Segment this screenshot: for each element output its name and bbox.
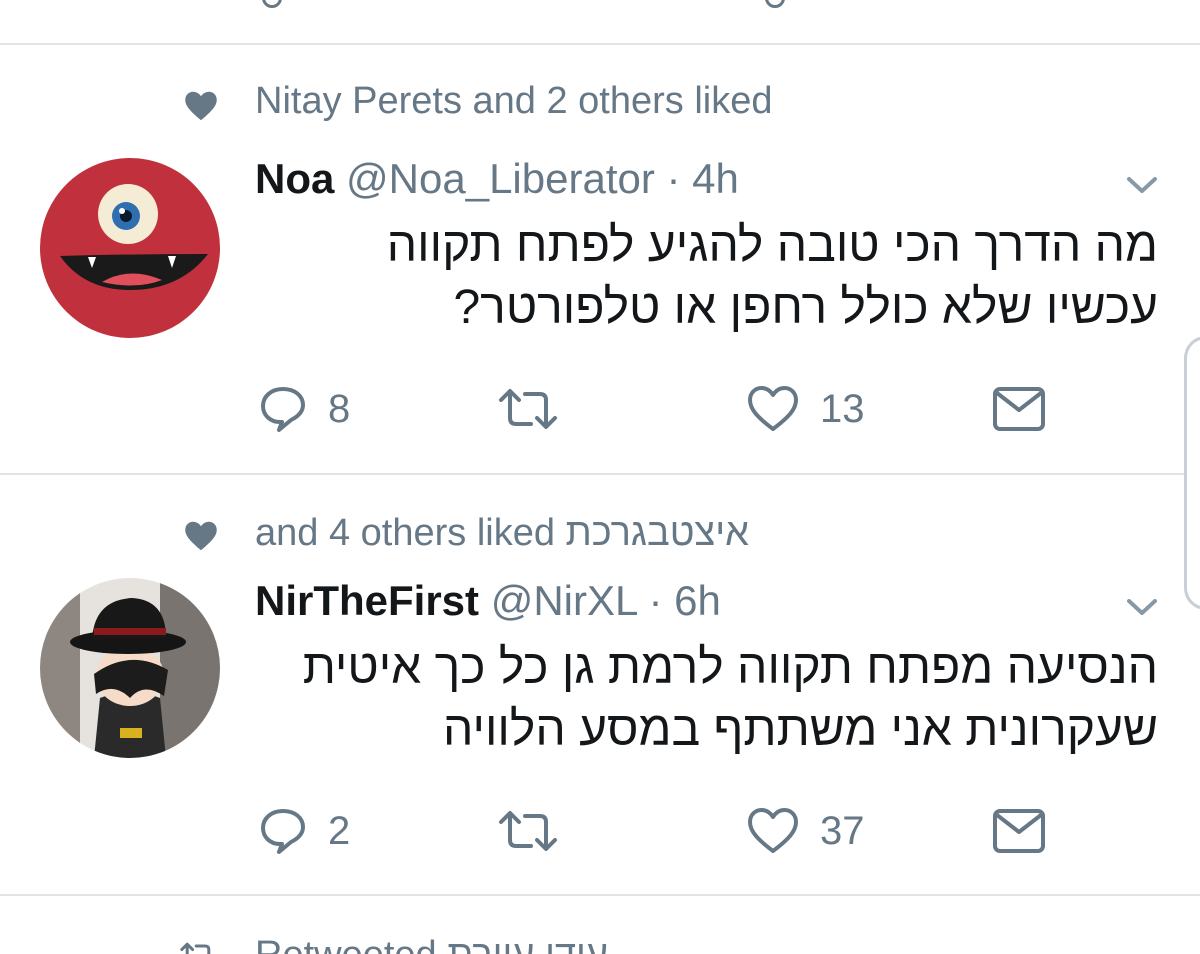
reply-count: 8 <box>328 386 351 431</box>
tweet-text: הנסיעה מפתח תקווה לרמת גן כל כך איטית שע… <box>258 637 1158 761</box>
tweet-text-line: שעקרונית אני משתתף במסע הלוויה <box>443 703 1158 756</box>
red-monster-avatar <box>40 158 220 338</box>
retweet-button[interactable] <box>497 384 559 434</box>
reply-count: 2 <box>328 808 351 853</box>
like-icon <box>765 0 785 8</box>
avatar[interactable] <box>40 578 220 758</box>
retweet-context: Retweeted עידו עוורת <box>255 934 608 954</box>
heart-icon <box>748 808 798 853</box>
tweet-header: NirTheFirst @NirXL · 6h <box>255 577 721 625</box>
like-button[interactable]: 13 <box>746 384 865 434</box>
handle-and-time[interactable]: @Noa_Liberator · 4h <box>346 155 739 202</box>
tweet-text-line: הנסיעה מפתח תקווה לרמת גן כל כך איטית <box>302 641 1158 694</box>
tweet-text-line: מה הדרך הכי טובה להגיע לפתח תקווה <box>386 219 1158 272</box>
envelope-icon <box>993 809 1045 853</box>
divider <box>0 43 1200 45</box>
scrollbar-handle[interactable] <box>1184 336 1200 610</box>
social-context[interactable]: and 4 others liked איצטבגרכת <box>255 512 749 555</box>
heart-filled-icon <box>185 91 217 121</box>
avatar[interactable] <box>40 158 220 338</box>
like-button[interactable]: 37 <box>746 806 865 856</box>
reply-icon <box>261 387 305 432</box>
direct-message-button[interactable] <box>992 808 1046 854</box>
chibi-hat-avatar <box>40 578 220 758</box>
reply-icon <box>261 809 305 854</box>
tweet-text-line: עכשיו שלא כולל רחפן או טלפורטר? <box>453 281 1158 334</box>
like-count: 13 <box>820 386 865 431</box>
like-count: 37 <box>820 808 865 853</box>
next-tweet-partial[interactable]: Retweeted עידו עוורת <box>0 932 1200 954</box>
social-context[interactable]: Nitay Perets and 2 others liked <box>255 80 773 123</box>
divider <box>0 473 1200 475</box>
reply-button[interactable]: 8 <box>258 384 350 434</box>
reply-button[interactable]: 2 <box>258 806 350 856</box>
chevron-down-icon[interactable] <box>1125 596 1159 618</box>
tweet-header: Noa @Noa_Liberator · 4h <box>255 155 739 203</box>
divider <box>0 894 1200 896</box>
retweet-button[interactable] <box>497 806 559 856</box>
tweet-actions: 8 13 <box>0 380 1200 440</box>
previous-tweet-actions-partial <box>0 0 1200 20</box>
display-name[interactable]: NirTheFirst <box>255 577 479 624</box>
handle-and-time[interactable]: @NirXL · 6h <box>491 577 721 624</box>
retweet-icon <box>499 811 557 851</box>
reply-icon <box>262 0 282 8</box>
tweet-text: מה הדרך הכי טובה להגיע לפתח תקווה עכשיו … <box>258 215 1158 339</box>
heart-icon <box>748 386 798 431</box>
retweet-icon <box>499 389 557 429</box>
direct-message-button[interactable] <box>992 386 1046 432</box>
tweet-actions: 2 37 <box>0 802 1200 862</box>
display-name[interactable]: Noa <box>255 155 334 202</box>
heart-filled-icon <box>185 521 217 551</box>
retweet-icon <box>180 942 211 954</box>
envelope-icon <box>993 387 1045 431</box>
chevron-down-icon[interactable] <box>1125 174 1159 196</box>
